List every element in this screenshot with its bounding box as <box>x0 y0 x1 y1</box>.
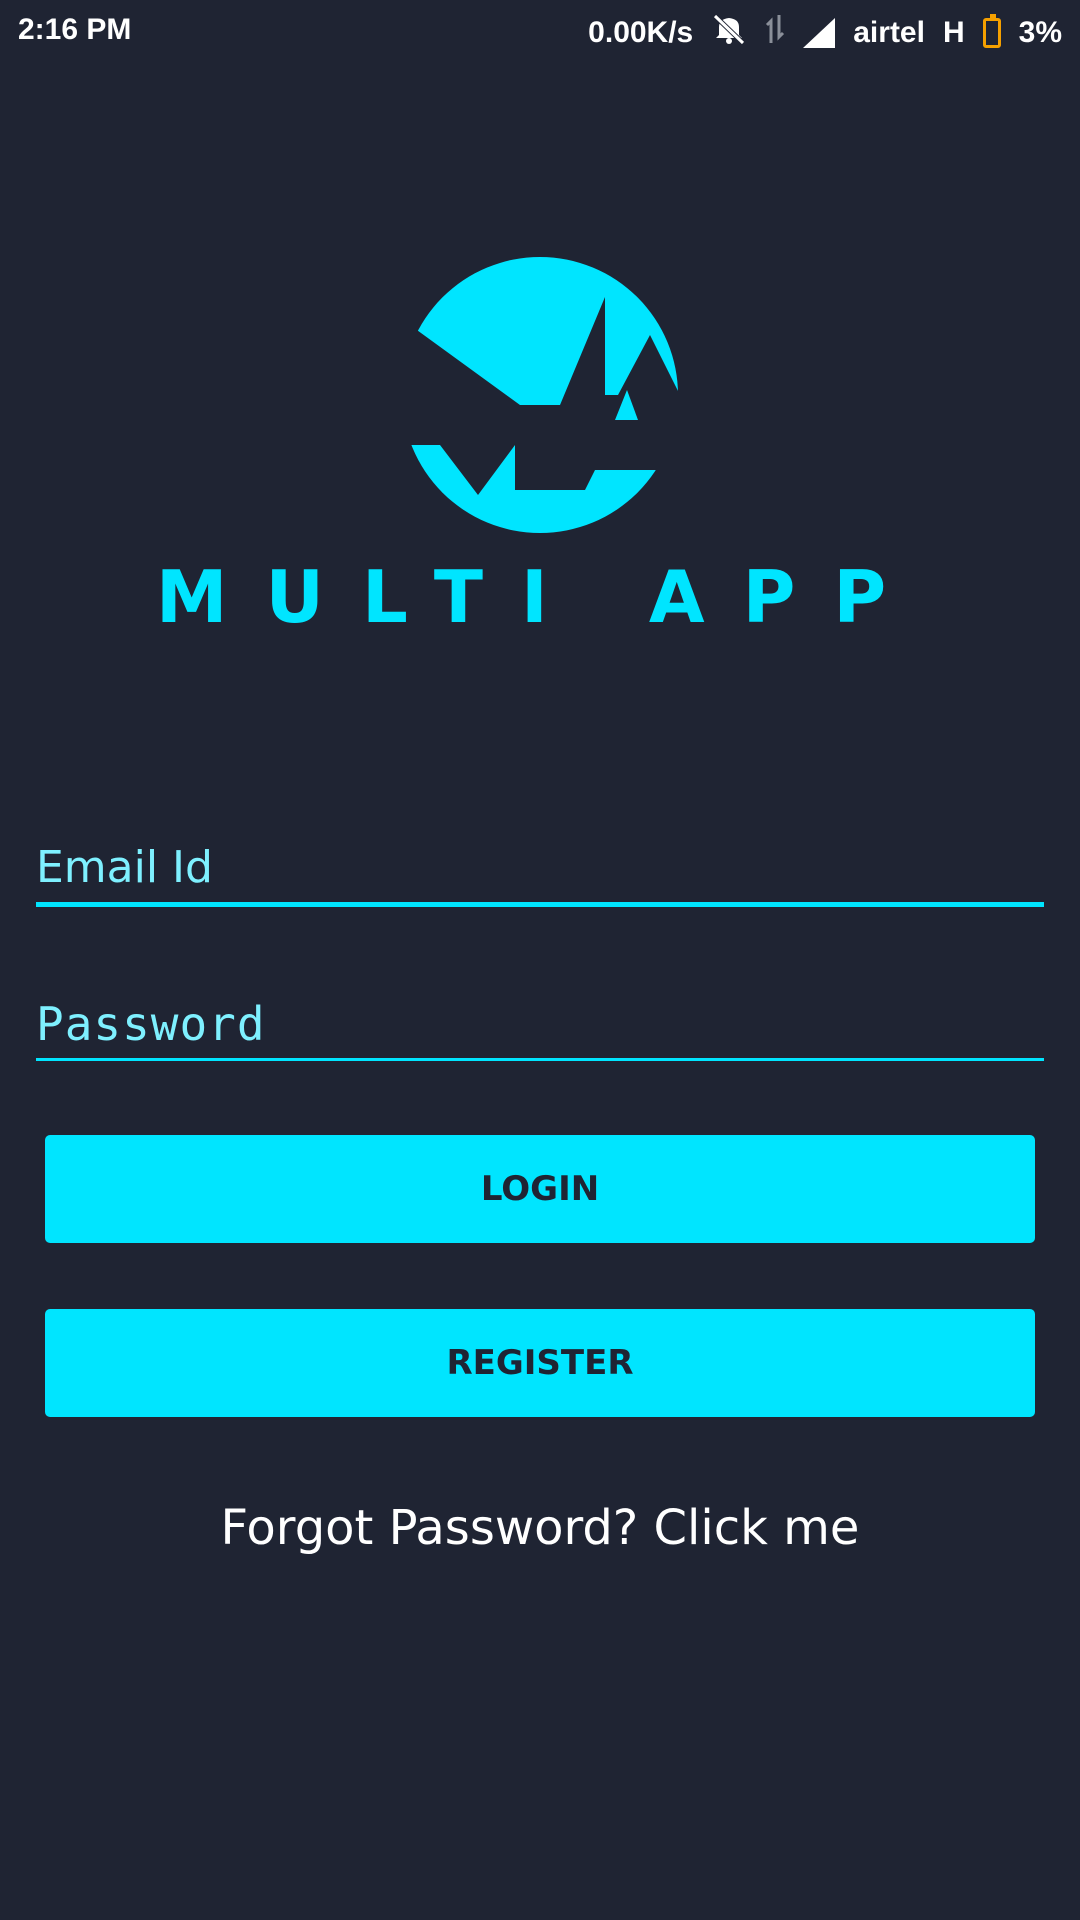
login-button[interactable]: LOGIN <box>45 1135 1035 1243</box>
register-button[interactable]: REGISTER <box>45 1309 1035 1417</box>
logo-text: MULTI APP <box>155 555 925 639</box>
battery-percent: 3% <box>1018 16 1062 49</box>
data-transfer-icon <box>765 13 785 53</box>
password-field-container <box>36 995 1044 1061</box>
email-field[interactable] <box>36 838 1044 896</box>
forgot-password-link[interactable]: Forgot Password? Click me <box>0 1500 1080 1556</box>
signal-icon <box>803 18 836 48</box>
carrier-name: airtel <box>853 16 925 49</box>
battery-icon <box>982 14 1001 48</box>
network-speed: 0.00K/s <box>588 16 694 49</box>
status-time: 2:16 PM <box>18 13 132 46</box>
password-underline <box>36 1058 1044 1061</box>
password-field[interactable] <box>36 995 1044 1053</box>
mute-icon <box>711 13 747 53</box>
email-field-container <box>36 838 1044 907</box>
network-type: H <box>942 16 965 49</box>
email-underline <box>36 902 1044 907</box>
status-bar: 2:16 PM 0.00K/s airtel H 3% <box>0 0 1080 62</box>
app-logo-icon <box>410 257 678 533</box>
status-right: 0.00K/s airtel H 3% <box>588 13 1062 53</box>
